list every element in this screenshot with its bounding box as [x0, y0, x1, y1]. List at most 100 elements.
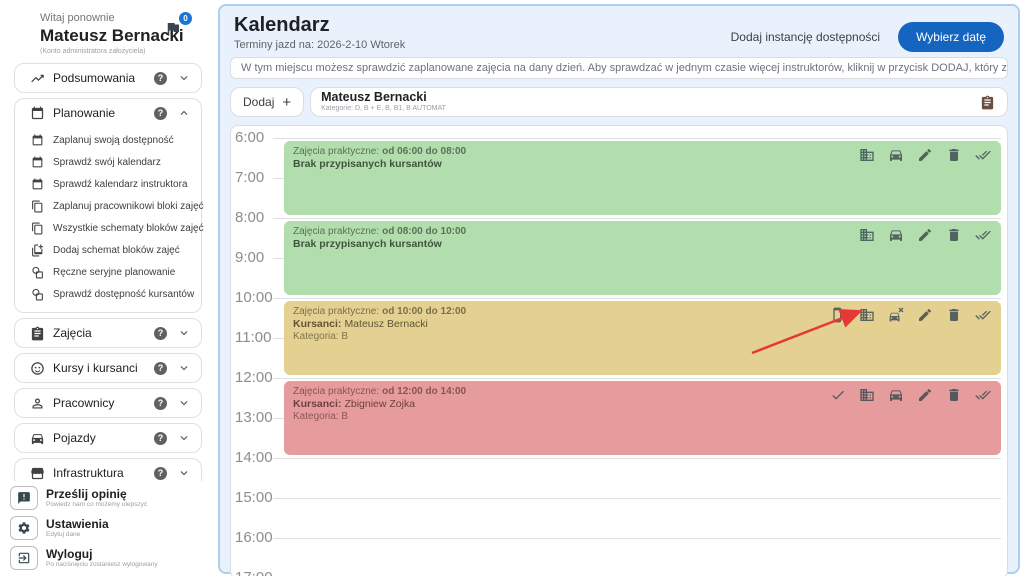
instructor-chip: Mateusz Bernacki Kategorie: D, B + E, B,…	[310, 87, 1008, 117]
car-icon[interactable]	[888, 387, 904, 403]
check-icon[interactable]	[830, 387, 846, 403]
section-zajecia: Zajęcia ?	[14, 318, 202, 348]
sidebar: Witaj ponownie Mateusz Bernacki (Konto a…	[0, 0, 212, 576]
instructor-controls: Dodaj + Mateusz Bernacki Kategorie: D, B…	[230, 87, 1008, 117]
my-calendar-icon	[31, 156, 44, 169]
building-icon[interactable]	[859, 147, 875, 163]
pages-list-icon	[31, 222, 44, 235]
user-role: (Konto administratora założyciela)	[40, 48, 212, 55]
hour-line	[273, 138, 1001, 139]
settings-button[interactable]: Ustawienia Edytuj dane	[10, 513, 204, 543]
section-label: Podsumowania	[53, 71, 154, 85]
hour-label: 16:00	[235, 529, 273, 546]
hour-label: 14:00	[235, 449, 273, 466]
logout-button[interactable]: Wyloguj Po naciśnięciu zostaniesz wylogo…	[10, 543, 204, 573]
sidebar-sections: Podsumowania ? Planowanie ? Zaplanuj swo…	[0, 55, 212, 523]
hour-label: 17:00	[235, 569, 273, 576]
delete-icon[interactable]	[946, 307, 962, 323]
section-header-planowanie[interactable]: Planowanie ?	[15, 99, 201, 127]
hour-label: 10:00	[235, 289, 273, 306]
sidebar-item-kalendarz-instruktora[interactable]: Sprawdź kalendarz instruktora	[31, 173, 195, 195]
done-all-icon[interactable]	[975, 147, 991, 163]
sidebar-item-schematy-blokow[interactable]: Wszystkie schematy bloków zajęć	[31, 217, 195, 239]
section-podsumowania: Podsumowania ?	[14, 63, 202, 93]
sidebar-header: Witaj ponownie Mateusz Bernacki (Konto a…	[0, 0, 212, 55]
edit-icon[interactable]	[917, 307, 933, 323]
help-icon[interactable]: ?	[154, 327, 167, 340]
section-header-kursy[interactable]: Kursy i kursanci ?	[15, 354, 201, 382]
section-kursy: Kursy i kursanci ?	[14, 353, 202, 383]
gear-icon	[10, 516, 38, 540]
edit-icon[interactable]	[917, 387, 933, 403]
section-planowanie: Planowanie ? Zaplanuj swoją dostępność S…	[14, 98, 202, 313]
instructor-categories: Kategorie: D, B + E, B, B1, B AUTOMAT	[321, 105, 973, 112]
section-header-pojazdy[interactable]: Pojazdy ?	[15, 424, 201, 452]
car-remove-icon[interactable]	[888, 307, 904, 323]
instructor-calendar-icon	[31, 178, 44, 191]
event-0600-0800: Zajęcia praktyczne:od 06:00 do 08:00 Bra…	[284, 141, 1001, 215]
app-page: Witaj ponownie Mateusz Bernacki (Konto a…	[0, 0, 1024, 576]
done-all-icon[interactable]	[975, 227, 991, 243]
add-instructor-button[interactable]: Dodaj +	[230, 87, 304, 117]
student-availability-icon	[31, 288, 44, 301]
sidebar-item-bloki-zajec[interactable]: Zaplanuj pracownikowi bloki zajęć	[31, 195, 195, 217]
delete-icon[interactable]	[946, 147, 962, 163]
building-icon[interactable]	[859, 307, 875, 323]
hour-label: 8:00	[235, 209, 264, 226]
sidebar-item-sprawdz-kalendarz[interactable]: Sprawdź swój kalendarz	[31, 151, 195, 173]
help-icon[interactable]: ?	[154, 432, 167, 445]
clipboard-icon[interactable]	[980, 95, 995, 110]
instructor-name: Mateusz Bernacki	[321, 91, 973, 104]
building-icon[interactable]	[859, 387, 875, 403]
smartphone-icon[interactable]	[830, 307, 846, 323]
help-icon[interactable]: ?	[154, 397, 167, 410]
notifications-button[interactable]: 0	[164, 16, 188, 40]
sidebar-item-dostepnosc-kursantow[interactable]: Sprawdź dostępność kursantów	[31, 283, 195, 305]
help-icon[interactable]: ?	[154, 362, 167, 375]
feedback-icon	[10, 486, 38, 510]
event-1200-1400: Zajęcia praktyczne:od 12:00 do 14:00 Kur…	[284, 381, 1001, 455]
section-header-podsumowania[interactable]: Podsumowania ?	[15, 64, 201, 92]
clipboard-icon	[30, 326, 45, 341]
chevron-down-icon	[177, 326, 191, 340]
chevron-down-icon	[177, 361, 191, 375]
flag-icon	[164, 20, 182, 38]
planowanie-items: Zaplanuj swoją dostępność Sprawdź swój k…	[15, 127, 201, 312]
sidebar-item-dodaj-schemat[interactable]: Dodaj schemat bloków zajęć	[31, 239, 195, 261]
delete-icon[interactable]	[946, 387, 962, 403]
hour-label: 7:00	[235, 169, 264, 186]
feedback-button[interactable]: Prześlij opinię Powiedz nam co możemy ul…	[10, 483, 204, 513]
calendar-panel: Kalendarz Terminy jazd na: 2026-2-10 Wto…	[218, 4, 1020, 574]
pages-person-icon	[31, 200, 44, 213]
edit-icon[interactable]	[917, 227, 933, 243]
done-all-icon[interactable]	[975, 307, 991, 323]
help-icon[interactable]: ?	[154, 72, 167, 85]
chevron-down-icon	[177, 466, 191, 480]
event-0800-1000: Zajęcia praktyczne:od 08:00 do 10:00 Bra…	[284, 221, 1001, 295]
edit-icon[interactable]	[917, 147, 933, 163]
chevron-down-icon	[177, 396, 191, 410]
calendar-icon	[30, 106, 45, 121]
manual-planning-icon	[31, 266, 44, 279]
choose-date-button[interactable]: Wybierz datę	[898, 22, 1004, 52]
sidebar-item-seryjne-planowanie[interactable]: Ręczne seryjne planowanie	[31, 261, 195, 283]
chevron-up-icon	[177, 106, 191, 120]
trend-chart-icon	[30, 71, 45, 86]
sidebar-item-zaplanuj-dostepnosc[interactable]: Zaplanuj swoją dostępność	[31, 129, 195, 151]
section-header-zajecia[interactable]: Zajęcia ?	[15, 319, 201, 347]
section-header-pracownicy[interactable]: Pracownicy ?	[15, 389, 201, 417]
done-all-icon[interactable]	[975, 387, 991, 403]
car-icon[interactable]	[888, 227, 904, 243]
hour-label: 12:00	[235, 369, 273, 386]
add-schema-icon	[31, 244, 44, 257]
help-icon[interactable]: ?	[154, 467, 167, 480]
delete-icon[interactable]	[946, 227, 962, 243]
chevron-down-icon	[177, 431, 191, 445]
help-icon[interactable]: ?	[154, 107, 167, 120]
add-availability-instance-button[interactable]: Dodaj instancję dostępności	[731, 30, 880, 44]
plus-icon: +	[282, 94, 291, 111]
building-icon[interactable]	[859, 227, 875, 243]
hour-label: 13:00	[235, 409, 273, 426]
car-icon[interactable]	[888, 147, 904, 163]
chevron-down-icon	[177, 71, 191, 85]
